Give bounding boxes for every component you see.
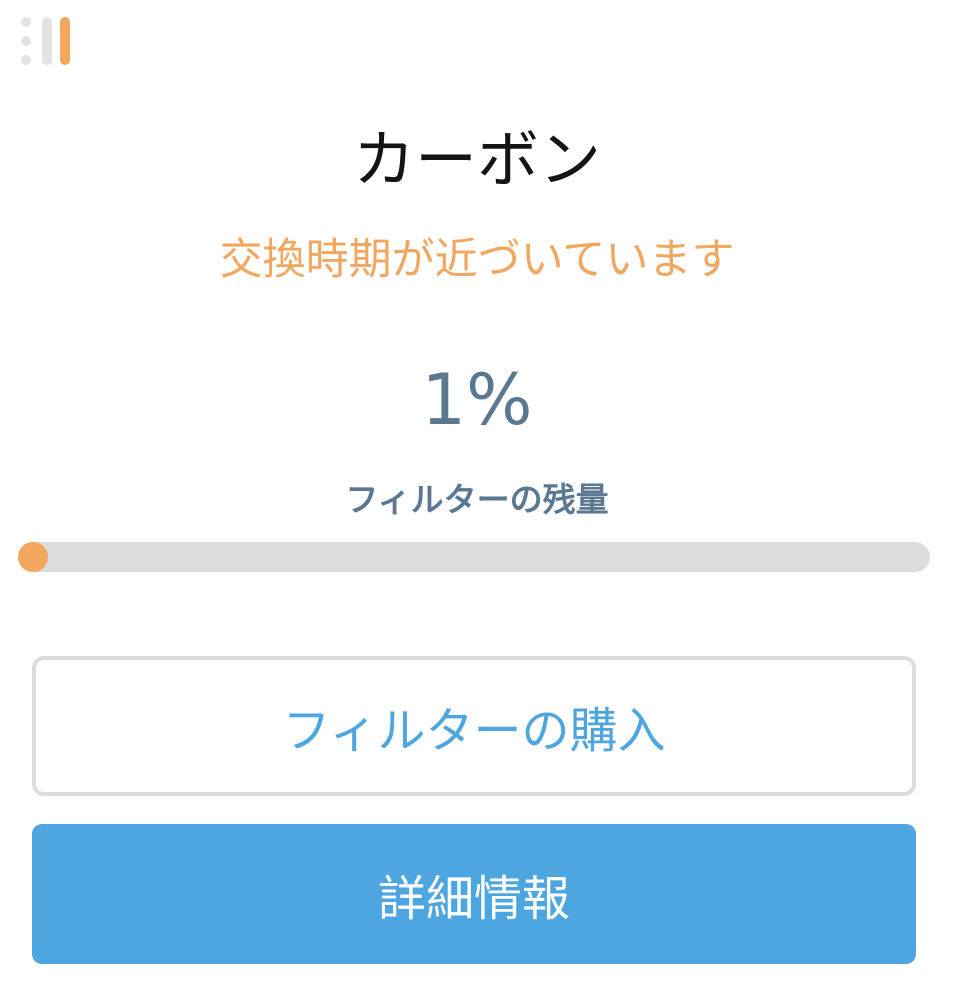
icon-bar-orange (60, 17, 70, 65)
icon-dot (21, 17, 31, 27)
buy-filter-button[interactable]: フィルターの購入 (32, 656, 916, 796)
remaining-percent: 1% (421, 359, 533, 441)
filter-name-title: カーボン (352, 123, 601, 196)
icon-bar-gray (42, 17, 52, 65)
filter-status-icon[interactable] (18, 14, 74, 68)
replacement-status-text: 交換時期が近づいています (219, 235, 735, 285)
icon-dot (21, 55, 31, 65)
remaining-progress-fill (18, 542, 48, 572)
icon-dot (21, 36, 31, 46)
details-button[interactable]: 詳細情報 (32, 824, 916, 964)
remaining-label: フィルターの残量 (345, 480, 609, 519)
remaining-progress-bar (18, 542, 930, 572)
